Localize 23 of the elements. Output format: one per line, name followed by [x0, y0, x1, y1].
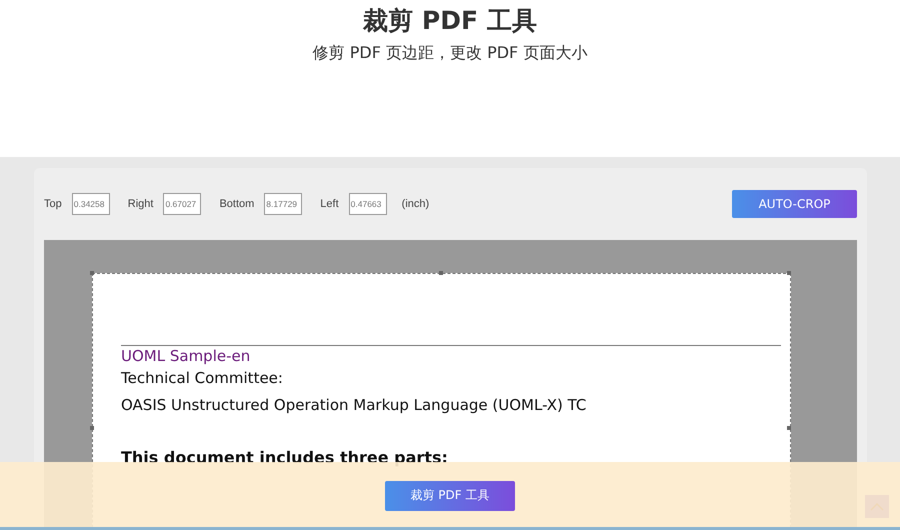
page-subtitle: 修剪 PDF 页边距，更改 PDF 页面大小 — [312, 43, 588, 64]
field-label: Right — [128, 198, 154, 210]
field-label: Top — [44, 198, 62, 210]
auto-crop-button[interactable]: AUTO-CROP — [732, 190, 857, 218]
field-label: Left — [320, 198, 339, 210]
crop-handle[interactable] — [787, 426, 791, 430]
crop-handle[interactable] — [90, 271, 94, 275]
crop-input[interactable]: 8.17729 — [264, 193, 302, 215]
field-label: Bottom — [219, 198, 254, 210]
crop-pdf-button[interactable]: 裁剪 PDF 工具 — [385, 480, 515, 510]
crop-input[interactable]: 0.47663 — [348, 193, 387, 215]
document-text: OASIS Unstructured Operation Markup Language (UOML-X) TC — [121, 395, 588, 416]
crop-input[interactable]: 0.67027 — [163, 193, 202, 215]
document-text: Technical Committee: — [121, 368, 284, 389]
page-title: 裁剪 PDF 工具 — [362, 5, 538, 37]
crop-handle[interactable] — [787, 271, 791, 275]
crop-handle[interactable] — [90, 426, 94, 430]
unit-label: (inch) — [402, 198, 430, 210]
crop-input[interactable]: 0.34258 — [72, 193, 110, 215]
document-heading: This document includes three parts: — [121, 448, 449, 467]
crop-handle[interactable] — [438, 271, 442, 275]
scroll-to-top-button[interactable] — [865, 495, 889, 518]
document-header: UOML Sample-en — [121, 347, 252, 365]
